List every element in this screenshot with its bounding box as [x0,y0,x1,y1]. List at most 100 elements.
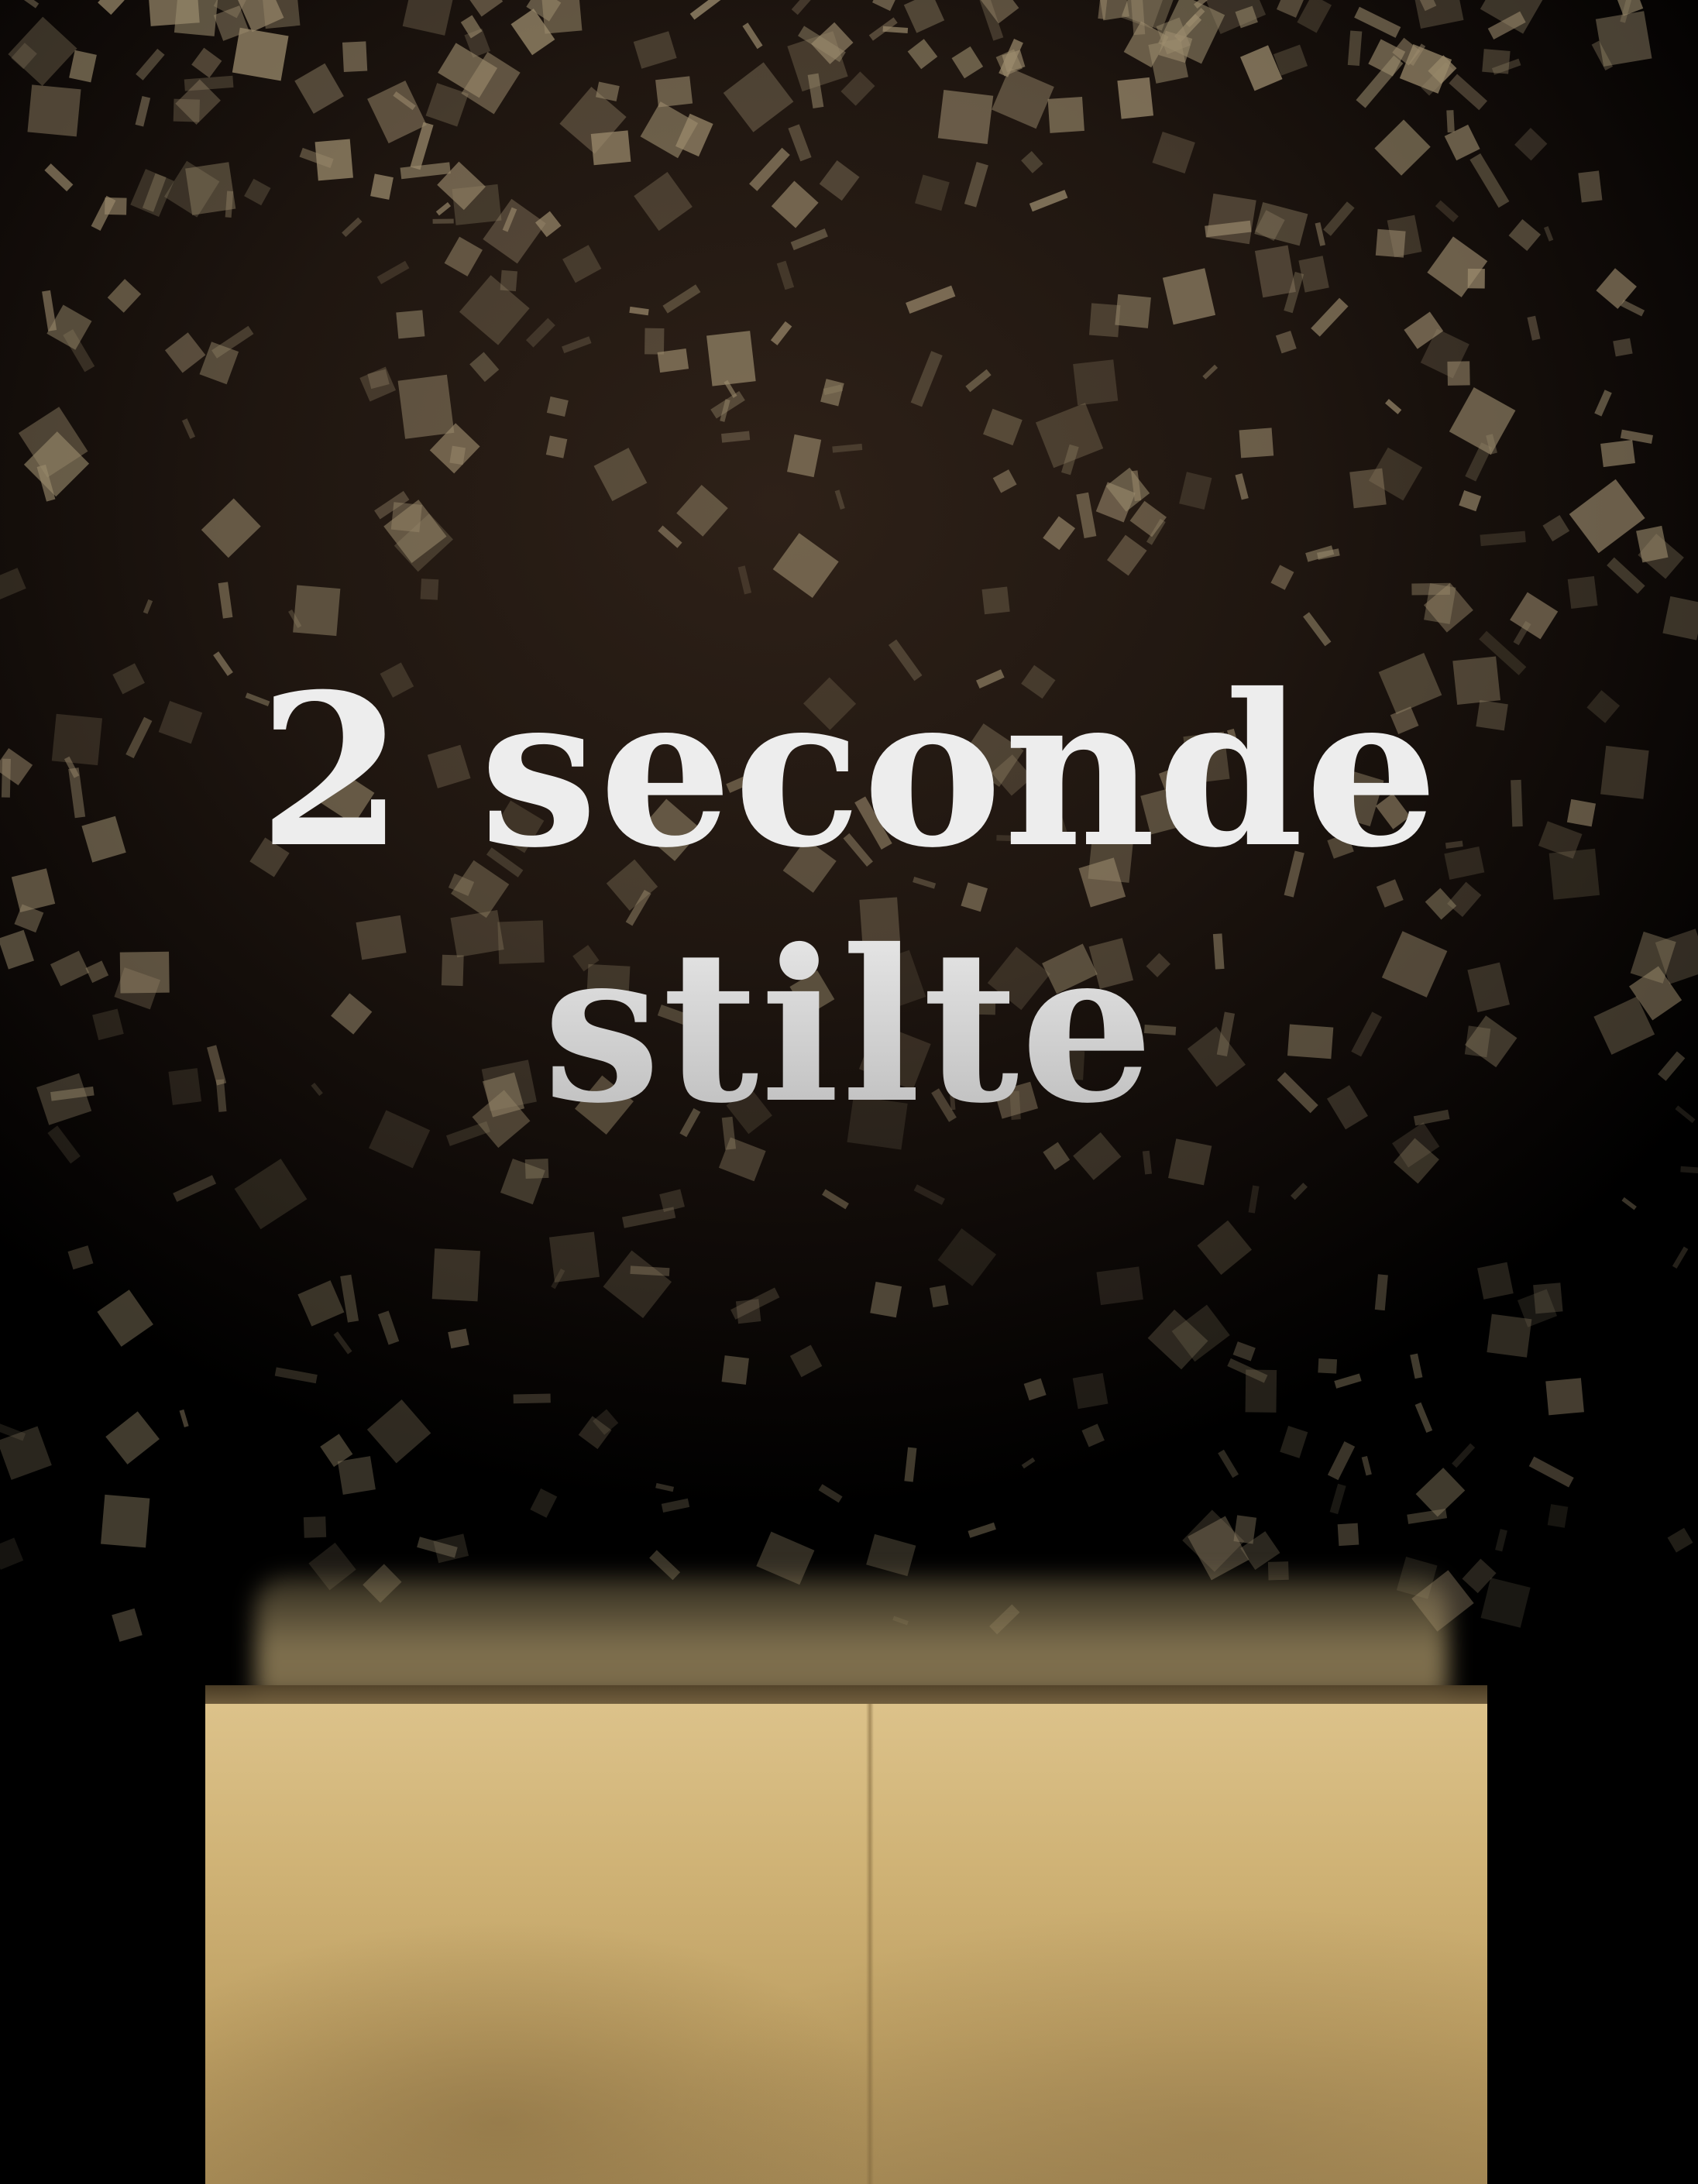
confetti-piece [1073,359,1119,406]
confetti-piece [870,1281,902,1318]
confetti-piece [1115,294,1151,328]
confetti-piece [1514,128,1548,161]
confetti-piece [1043,516,1076,551]
confetti-piece [97,1289,153,1347]
confetti-piece [1477,1262,1514,1300]
confetti-piece [1480,1578,1531,1628]
confetti-piece [184,75,234,91]
confetti-piece [776,260,795,290]
confetti-piece [1480,531,1526,547]
confetti-piece [1545,1378,1584,1416]
confetti-piece [721,1355,749,1385]
gift-box-icon [205,1704,1487,2184]
confetti-piece [1385,399,1402,414]
confetti-piece [513,1393,551,1404]
confetti-piece [1297,0,1332,33]
confetti-piece [789,1344,823,1378]
confetti-piece [1667,1527,1693,1553]
confetti-piece [448,1328,469,1349]
confetti-piece [435,202,452,216]
confetti-piece [548,1231,600,1283]
confetti-piece [1334,1373,1362,1389]
confetti-piece [937,1228,997,1286]
headline-line-2: stilte [0,898,1698,1154]
confetti-piece [444,236,483,276]
confetti-piece [721,431,751,443]
confetti-piece [1482,49,1511,74]
confetti-piece [1206,193,1256,245]
confetti-piece [1218,1449,1239,1478]
confetti-piece [376,260,410,284]
confetti-piece [449,445,466,465]
confetti-piece [1239,45,1283,91]
confetti-piece [112,1608,143,1642]
confetti-piece [1254,202,1308,246]
confetti-piece [1449,387,1516,455]
confetti-piece [1621,1197,1637,1210]
confetti-piece [906,285,956,314]
confetti-piece [655,76,693,108]
confetti-piece [1275,331,1297,354]
headline-line-1: 2 seconde [258,647,1440,894]
confetti-piece [787,434,822,478]
confetti-piece [396,310,425,339]
confetti-piece [749,147,790,191]
confetti-piece [19,0,40,9]
confetti-piece [1202,364,1219,379]
confetti-piece [633,31,677,69]
confetti-piece [1578,170,1603,203]
confetti-piece [964,162,988,208]
confetti-piece [1088,303,1121,338]
confetti-piece [1197,1220,1253,1276]
confetti-piece [1613,338,1633,357]
confetti-piece [1435,200,1459,223]
confetti-piece [791,0,820,15]
confetti-piece [1107,534,1147,576]
confetti-piece [425,83,469,127]
confetti-piece [1414,1402,1433,1434]
headline: 2 seconde stilte [0,643,1698,1154]
confetti-piece [1547,1504,1569,1528]
confetti-piece [983,408,1023,446]
confetti-piece [525,318,555,348]
confetti-piece [500,270,518,292]
confetti-piece [459,275,530,345]
confetti-piece [130,169,174,218]
confetti-piece [832,443,863,453]
confetti-piece [872,0,897,12]
confetti-piece [737,565,752,595]
confetti-piece [173,98,200,122]
confetti-piece [1129,500,1167,537]
confetti-piece [1327,1441,1356,1481]
confetti-piece [1323,201,1355,236]
confetti-piece [1600,439,1635,468]
confetti-piece [377,1310,400,1345]
confetti-piece [44,163,74,192]
confetti-piece [1072,1372,1109,1410]
confetti-piece [1329,1483,1346,1515]
confetti-piece [1248,1185,1260,1214]
confetti-piece [164,332,206,373]
confetti-piece [1239,428,1274,458]
confetti-piece [992,469,1017,493]
confetti-piece [562,336,592,354]
confetti-piece [337,1456,376,1495]
confetti-piece [634,171,693,232]
confetti-piece [1672,1246,1689,1269]
confetti-piece [294,63,344,114]
confetti-piece [590,130,631,166]
confetti-piece [1347,30,1363,67]
confetti-piece [788,124,812,162]
confetti-piece [1527,315,1541,341]
confetti-piece [69,50,97,83]
confetti-piece [822,1189,849,1210]
confetti-piece [67,1245,94,1270]
confetti-piece [1374,1274,1388,1311]
confetti-piece [689,0,722,20]
confetti-piece [1543,225,1554,242]
confetti-piece [661,1498,690,1513]
confetti-piece [1162,268,1216,325]
confetti-piece [541,0,583,34]
confetti-piece [1318,1358,1338,1374]
confetti-piece [723,62,794,132]
